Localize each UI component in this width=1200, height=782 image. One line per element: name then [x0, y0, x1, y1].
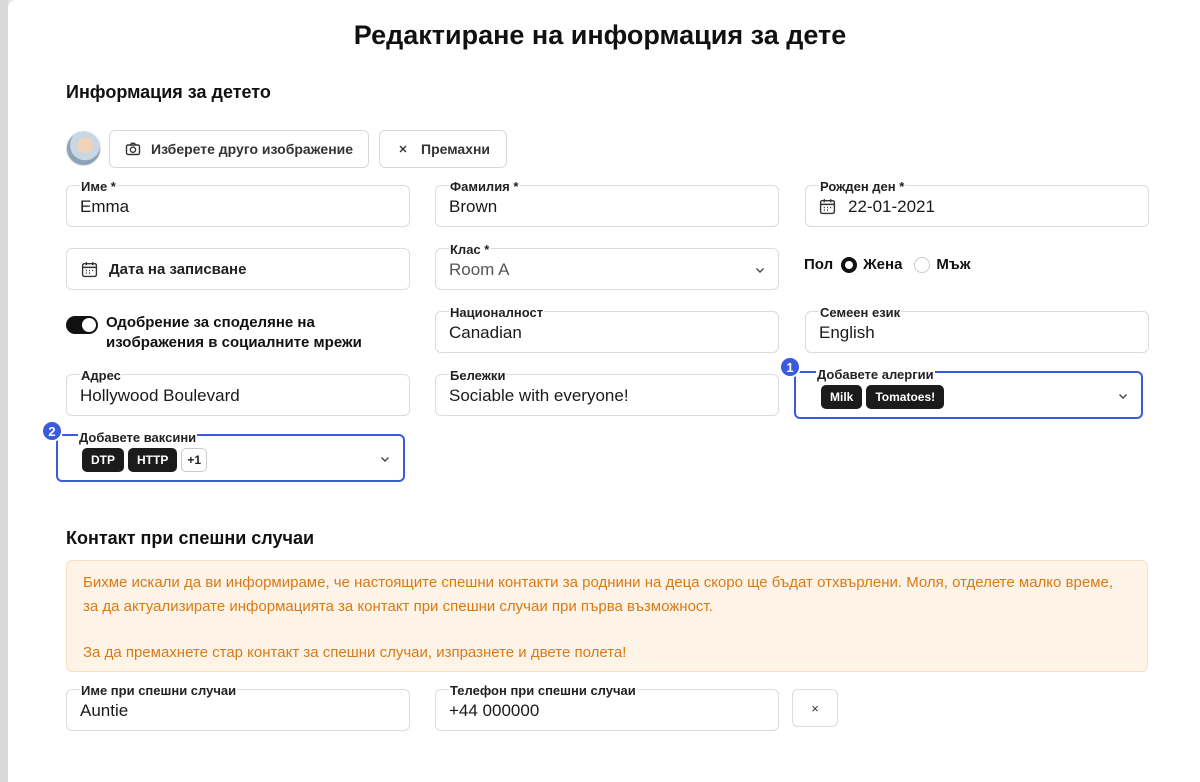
family-language-value: English	[819, 323, 875, 342]
nationality-field[interactable]: Националност Canadian	[435, 306, 779, 353]
calendar-icon	[819, 199, 836, 215]
class-value: Room A	[449, 260, 510, 279]
social-consent-label: Одобрение за споделяне на изображения в …	[106, 314, 362, 351]
background-strip	[0, 0, 8, 782]
gender-option-male: Мъж	[936, 256, 971, 273]
remove-image-label: Премахни	[421, 141, 491, 157]
vaccines-label: Добавете ваксини	[78, 430, 198, 445]
allergy-tag[interactable]: Milk	[821, 385, 863, 409]
camera-icon	[125, 142, 141, 156]
notice-text: Бихме искали да ви информираме, че насто…	[83, 574, 1114, 615]
child-avatar	[66, 131, 101, 166]
vaccine-tag[interactable]: DTP	[82, 448, 124, 472]
emergency-name-value: Auntie	[80, 701, 129, 720]
vaccines-select[interactable]: Добавете ваксини DTP HTTP +1	[56, 430, 405, 482]
emergency-phone-field[interactable]: Телефон при спешни случаи +44 000000	[435, 684, 779, 731]
allergies-select[interactable]: Добавете алергии Milk Tomatoes!	[794, 367, 1143, 419]
remove-contact-button[interactable]: ×	[792, 689, 838, 727]
emergency-heading: Контакт при спешни случаи	[66, 528, 315, 548]
gender-radio-female[interactable]	[841, 256, 858, 273]
gender-radio-male[interactable]	[914, 256, 931, 273]
chevron-down-icon	[756, 268, 764, 273]
emergency-notice: Бихме искали да ви информираме, че насто…	[66, 560, 1148, 672]
family-language-label: Семеен език	[819, 305, 902, 320]
emergency-phone-value: +44 000000	[449, 701, 540, 720]
choose-image-label: Изберете друго изображение	[151, 141, 354, 157]
family-language-field[interactable]: Семеен език English	[805, 306, 1149, 353]
gender-label: Пол	[804, 256, 834, 273]
birthday-value: 22-01-2021	[848, 197, 935, 216]
child-info-heading: Информация за детето	[66, 82, 271, 102]
birthday-label: Рожден ден *	[819, 179, 906, 194]
choose-image-button[interactable]: Изберете друго изображение	[109, 130, 370, 168]
gender-radio-group: Пол Жена Мъж	[804, 256, 971, 273]
gender-option-female: Жена	[863, 256, 903, 273]
allergies-tags: Milk Tomatoes!	[821, 385, 948, 409]
class-select[interactable]: Клас * Room A	[435, 243, 779, 290]
last-name-value: Brown	[449, 197, 498, 216]
step-badge-2: 2	[41, 420, 63, 442]
chevron-down-icon	[381, 457, 389, 462]
vaccine-tag[interactable]: HTTP	[128, 448, 178, 472]
vaccine-more-tag[interactable]: +1	[181, 448, 208, 472]
birthday-field[interactable]: Рожден ден * 22-01-2021	[805, 180, 1149, 227]
close-icon	[399, 145, 407, 153]
notice-text: За да премахнете стар контакт за спешни …	[83, 644, 627, 661]
class-label: Клас *	[449, 242, 491, 257]
enrollment-date-label: Дата на записване	[109, 260, 247, 278]
step-badge-1: 1	[779, 356, 801, 378]
nationality-label: Националност	[449, 305, 545, 320]
first-name-value: Emma	[80, 197, 130, 216]
allergy-tag[interactable]: Tomatoes!	[866, 385, 945, 409]
modal-title: Редактиране на информация за дете	[353, 20, 847, 50]
emergency-name-field[interactable]: Име при спешни случаи Auntie	[66, 684, 410, 731]
notes-field[interactable]: Бележки Sociable with everyone!	[435, 369, 779, 416]
notes-label: Бележки	[449, 368, 507, 383]
address-field[interactable]: Адрес Hollywood Boulevard	[66, 369, 410, 416]
remove-image-button[interactable]: Премахни	[379, 130, 507, 168]
emergency-phone-label: Телефон при спешни случаи	[449, 683, 637, 698]
vaccines-tags: DTP HTTP +1	[82, 448, 211, 472]
nationality-value: Canadian	[449, 323, 522, 342]
last-name-label: Фамилия *	[449, 179, 520, 194]
address-value: Hollywood Boulevard	[80, 386, 240, 405]
first-name-label: Име *	[80, 179, 117, 194]
social-consent-toggle[interactable]	[66, 316, 98, 334]
notes-value: Sociable with everyone!	[449, 386, 629, 405]
enrollment-date-button[interactable]: Дата на записване	[66, 248, 410, 290]
emergency-name-label: Име при спешни случаи	[80, 683, 238, 698]
address-label: Адрес	[80, 368, 122, 383]
first-name-field[interactable]: Име * Emma	[66, 180, 410, 227]
last-name-field[interactable]: Фамилия * Brown	[435, 180, 779, 227]
calendar-icon	[81, 261, 98, 277]
allergies-label: Добавете алергии	[816, 367, 935, 382]
chevron-down-icon	[1119, 394, 1127, 399]
